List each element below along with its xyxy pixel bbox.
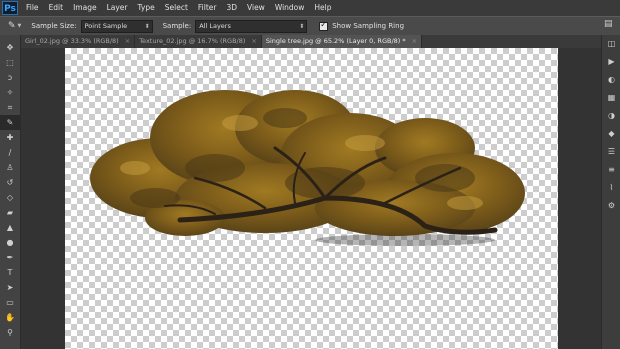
menu-help[interactable]: Help [309,0,336,16]
menu-view[interactable]: View [242,0,270,16]
channels-icon[interactable]: ≡ [602,161,620,179]
styles-icon[interactable]: ◆ [602,125,620,143]
sample-value: All Layers [199,21,231,30]
tool-preset-dropdown-icon[interactable]: ▼ [18,23,22,29]
crop-icon[interactable]: ⌗ [0,100,20,115]
quick-select-icon[interactable]: ✧ [0,85,20,100]
close-icon[interactable]: × [412,37,417,45]
tab-single-tree[interactable]: Single tree.jpg @ 65.2% (Layer 0, RGB/8)… [261,35,423,48]
healing-brush-icon[interactable]: ✚ [0,130,20,145]
sample-size-label: Sample Size: [31,22,77,30]
paths-icon[interactable]: ⌇ [602,179,620,197]
photoshop-logo: Ps [2,1,18,15]
tab-girl-02[interactable]: Girl_02.jpg @ 33.3% (RGB/8) × [21,35,136,48]
options-bar: ✎ ▼ Sample Size: Point Sample ⬍ Sample: … [0,16,620,36]
paint-bucket-icon[interactable]: ▰ [0,205,20,220]
path-select-icon[interactable]: ➤ [0,280,20,295]
actions-icon[interactable]: ▶ [602,53,620,71]
menu-type[interactable]: Type [133,0,160,16]
lasso-icon[interactable]: ↄ [0,70,20,85]
marquee-icon[interactable]: ⬚ [0,55,20,70]
show-sampling-ring-checkbox[interactable] [319,20,329,31]
menu-bar: Ps File Edit Image Layer Type Select Fil… [0,0,620,16]
menu-select[interactable]: Select [160,0,193,16]
close-icon[interactable]: × [251,37,256,45]
eyedropper-icon[interactable]: ✎ [0,115,20,130]
pen-icon[interactable]: ✒ [0,250,20,265]
close-icon[interactable]: × [125,37,130,45]
brush-icon[interactable]: ∕ [0,145,20,160]
hand-icon[interactable]: ✋ [0,310,20,325]
document-tabs: Girl_02.jpg @ 33.3% (RGB/8) × Texture_02.… [21,35,601,48]
menu-3d[interactable]: 3D [221,0,242,16]
properties-icon[interactable]: ⚙ [602,197,620,215]
tab-texture-02[interactable]: Texture_02.jpg @ 16.7% (RGB/8) × [135,35,262,48]
rectangle-icon[interactable]: ▭ [0,295,20,310]
menu-edit[interactable]: Edit [44,0,69,16]
eraser-icon[interactable]: ◇ [0,190,20,205]
blur-icon[interactable]: ▲ [0,220,20,235]
sample-label: Sample: [162,22,192,30]
sample-select[interactable]: All Layers ⬍ [195,19,308,33]
menu-window[interactable]: Window [270,0,310,16]
menu-layer[interactable]: Layer [102,0,133,16]
history-icon[interactable]: ◫ [602,35,620,53]
tree-image [90,90,525,246]
eyedropper-icon[interactable]: ✎ [8,21,16,31]
dodge-icon[interactable]: ● [0,235,20,250]
type-icon[interactable]: T [0,265,20,280]
tab-label: Girl_02.jpg @ 33.3% (RGB/8) [25,37,119,45]
chevron-down-icon: ⬍ [144,22,150,30]
chevron-down-icon: ⬍ [299,22,305,30]
move-icon[interactable]: ✥ [0,40,20,55]
menu-file[interactable]: File [21,0,44,16]
canvas-workspace[interactable] [21,48,601,349]
clone-stamp-icon[interactable]: ♙ [0,160,20,175]
tab-label: Single tree.jpg @ 65.2% (Layer 0, RGB/8)… [265,37,406,45]
zoom-icon[interactable]: ⚲ [0,325,20,340]
menu-filter[interactable]: Filter [193,0,222,16]
layers-icon[interactable]: ☰ [602,143,620,161]
workspace-icon[interactable]: ▤ [604,19,614,31]
sample-size-select[interactable]: Point Sample ⬍ [80,19,153,33]
menu-image[interactable]: Image [68,0,102,16]
tab-label: Texture_02.jpg @ 16.7% (RGB/8) [139,37,246,45]
tools-panel: ✥ ⬚ ↄ ✧ ⌗ ✎ ✚ ∕ ♙ ↺ ◇ ▰ ▲ ● ✒ T ➤ ▭ ✋ ⚲ [0,35,21,349]
document-canvas[interactable] [65,48,558,349]
color-icon[interactable]: ◐ [602,71,620,89]
show-sampling-ring-label: Show Sampling Ring [332,22,405,30]
history-brush-icon[interactable]: ↺ [0,175,20,190]
adjustments-icon[interactable]: ◑ [602,107,620,125]
sample-size-value: Point Sample [84,21,128,30]
panel-dock: ◫ ▶ ◐ ▦ ◑ ◆ ☰ ≡ ⌇ ⚙ [601,35,620,349]
swatches-icon[interactable]: ▦ [602,89,620,107]
